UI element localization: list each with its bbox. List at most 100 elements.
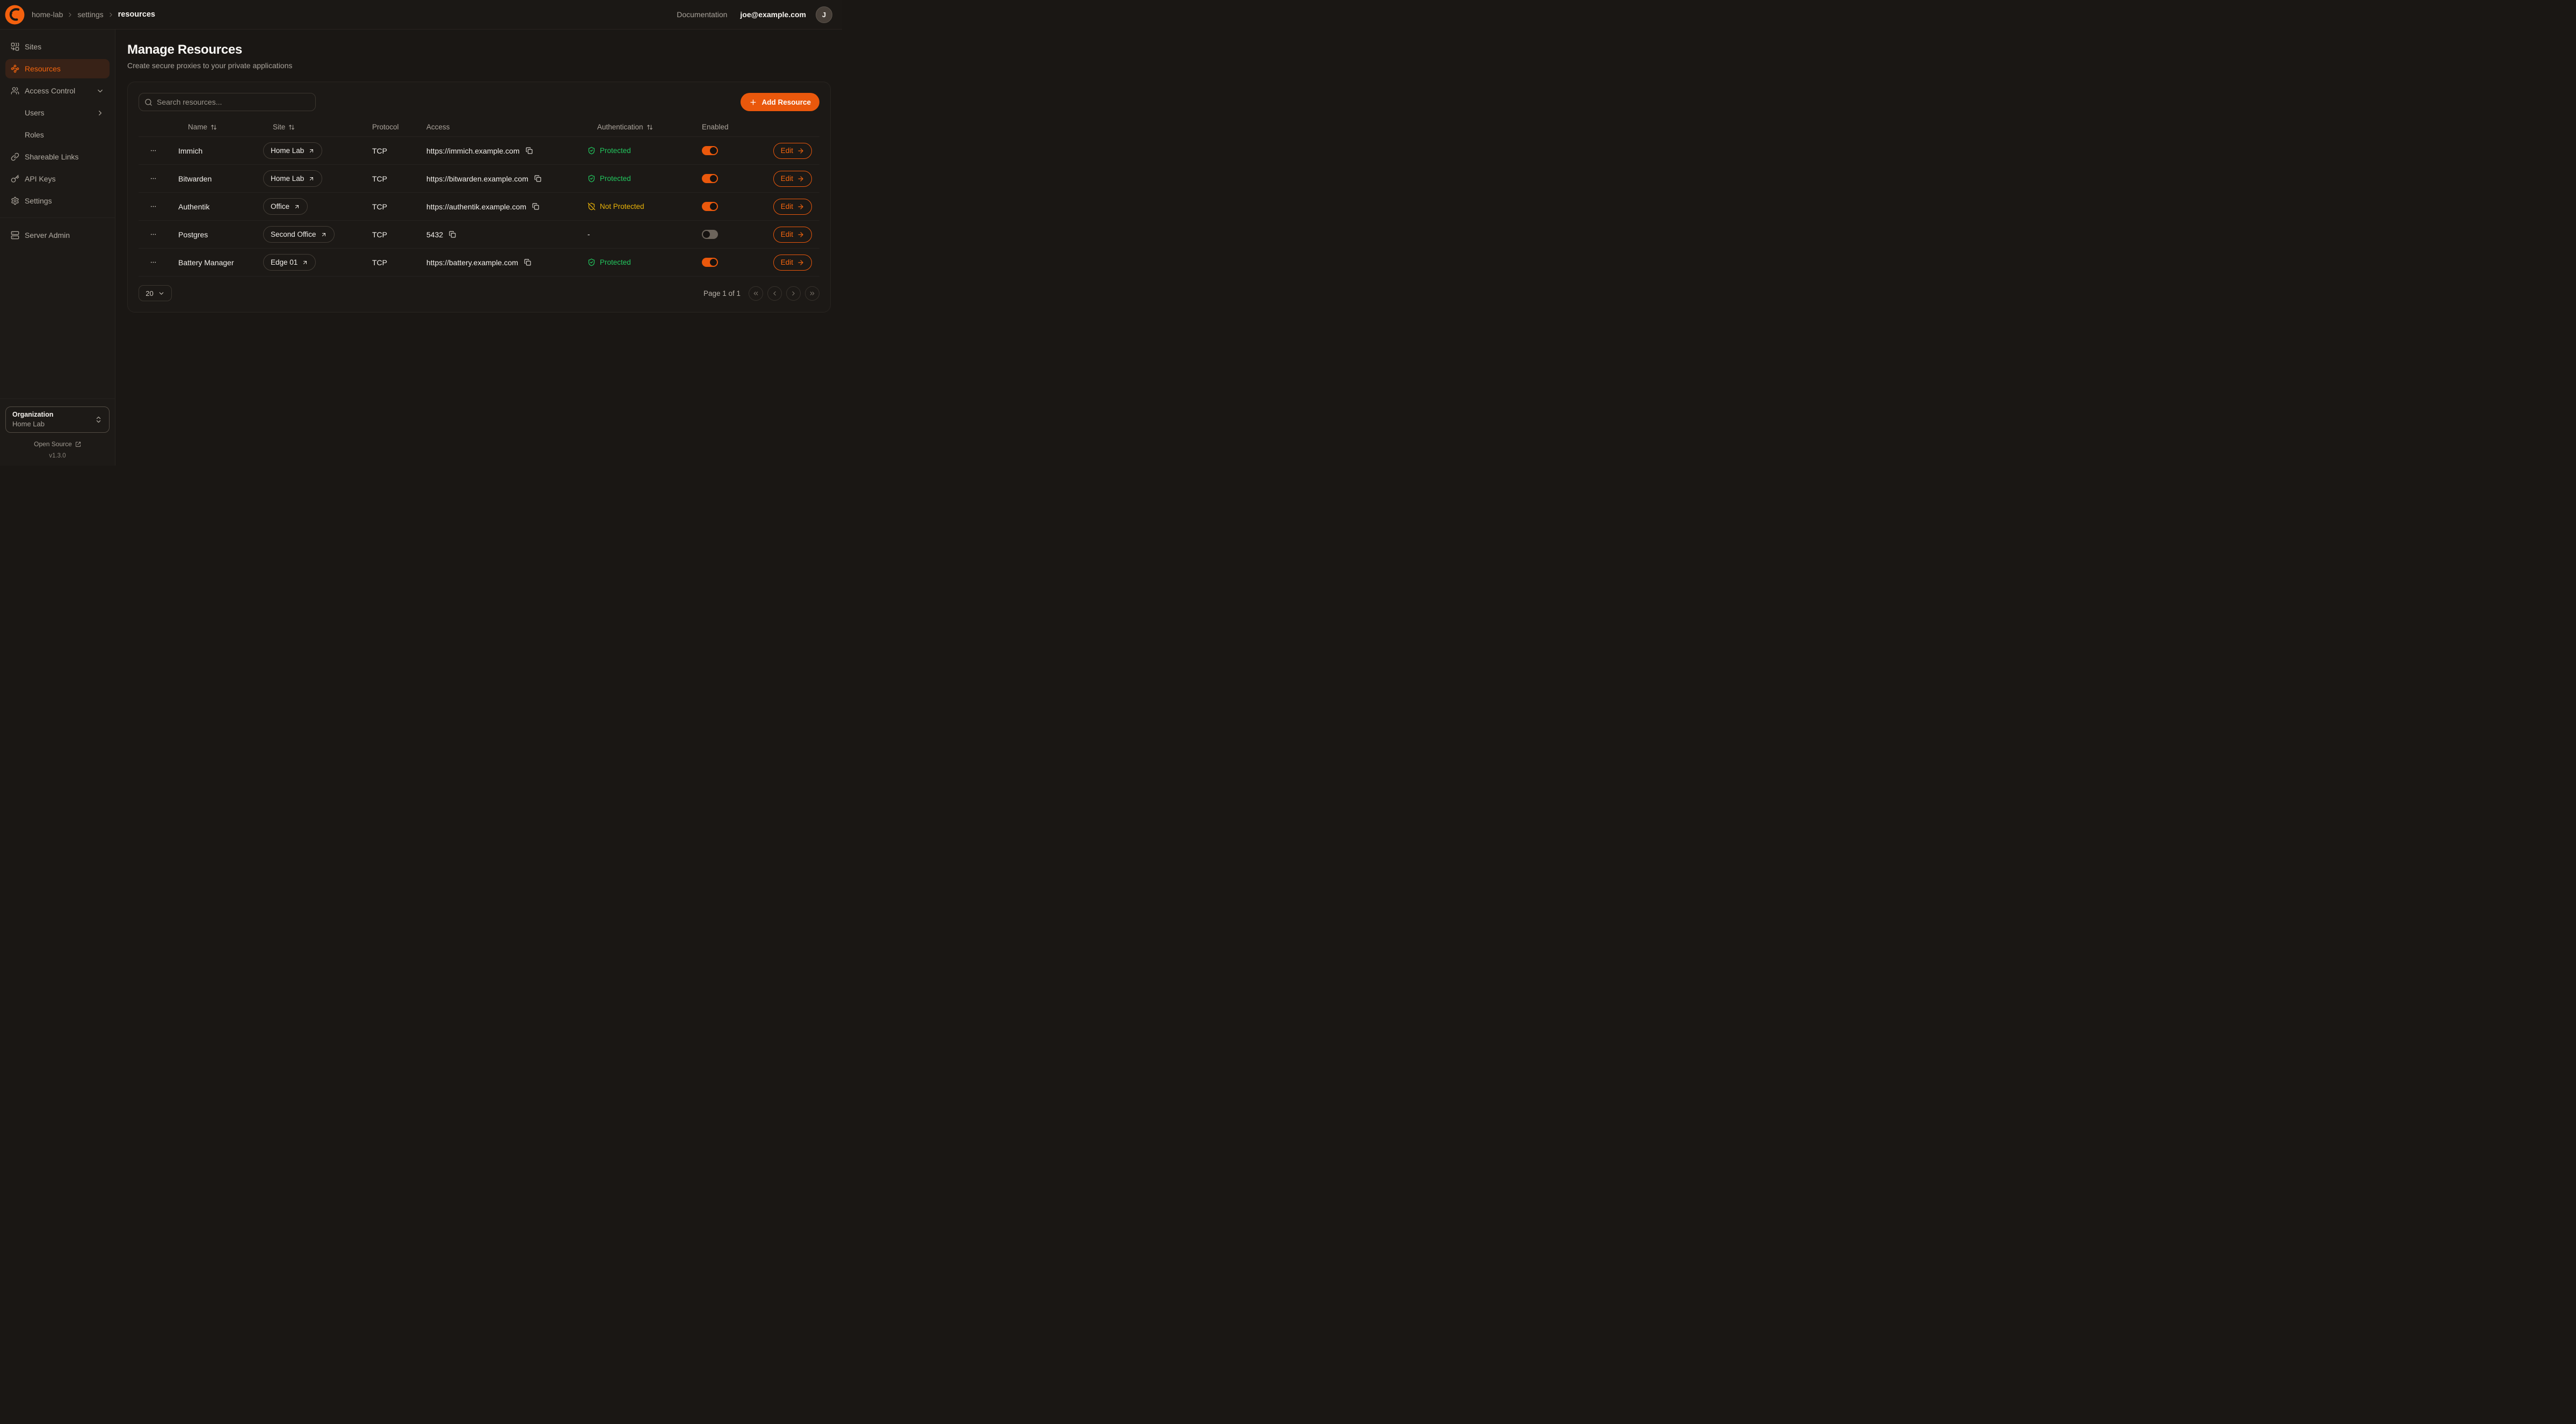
page-size-select[interactable]: 20: [139, 285, 172, 301]
sidebar-item-resources[interactable]: Resources: [5, 59, 110, 78]
site-link[interactable]: Home Lab: [263, 142, 322, 159]
ellipsis-icon: [149, 202, 157, 210]
organization-label: Organization: [12, 410, 95, 419]
arrow-right-icon: [797, 203, 804, 210]
sidebar-item-label: Roles: [25, 130, 44, 139]
sidebar-item-label: Users: [25, 108, 45, 117]
edit-button[interactable]: Edit: [773, 255, 812, 271]
enabled-toggle[interactable]: [702, 174, 718, 183]
copy-icon: [534, 175, 541, 182]
copy-icon: [526, 147, 533, 154]
breadcrumb: home-lab settings resources: [32, 10, 155, 19]
edit-button[interactable]: Edit: [773, 199, 812, 215]
site-link[interactable]: Edge 01: [263, 254, 316, 271]
breadcrumb-org[interactable]: home-lab: [32, 10, 63, 19]
sidebar-item-settings[interactable]: Settings: [5, 191, 110, 210]
link-icon: [11, 152, 19, 161]
column-header-authentication[interactable]: Authentication: [587, 123, 702, 131]
sort-icon: [647, 124, 653, 130]
sidebar-item-api-keys[interactable]: API Keys: [5, 169, 110, 188]
sidebar-item-shareable-links[interactable]: Shareable Links: [5, 147, 110, 166]
site-link[interactable]: Office: [263, 198, 308, 215]
site-link[interactable]: Second Office: [263, 226, 335, 243]
last-page-button[interactable]: [805, 286, 819, 301]
sidebar-item-access-control[interactable]: Access Control: [5, 81, 110, 100]
pangolin-logo[interactable]: [4, 4, 25, 25]
external-link-icon: [75, 441, 81, 447]
resource-name: Postgres: [178, 230, 208, 239]
chevron-right-icon: [96, 109, 104, 117]
resources-table: NameSiteProtocolAccessAuthenticationEnab…: [139, 118, 819, 277]
arrow-right-icon: [797, 147, 804, 155]
sidebar-item-label: Access Control: [25, 86, 75, 95]
gear-icon: [11, 197, 19, 205]
previous-page-button[interactable]: [767, 286, 782, 301]
enabled-toggle[interactable]: [702, 258, 718, 267]
arrow-right-icon: [797, 231, 804, 238]
column-header-name[interactable]: Name: [178, 123, 263, 131]
row-menu-button[interactable]: [146, 172, 161, 185]
edit-button[interactable]: Edit: [773, 143, 812, 159]
chevron-left-icon: [771, 290, 778, 297]
sort-icon: [211, 124, 217, 130]
edit-button[interactable]: Edit: [773, 171, 812, 187]
arrow-up-right-icon: [294, 204, 300, 210]
toggle-knob: [710, 175, 717, 182]
enabled-toggle[interactable]: [702, 230, 718, 239]
chevron-down-icon: [96, 87, 104, 95]
shield-check-icon: [587, 147, 596, 155]
toggle-knob: [703, 231, 710, 238]
copy-button[interactable]: [531, 202, 540, 211]
row-menu-button[interactable]: [146, 228, 161, 241]
shield-off-icon: [587, 202, 596, 210]
site-name: Second Office: [271, 230, 316, 238]
copy-button[interactable]: [523, 258, 532, 267]
access-value: https://immich.example.com: [426, 147, 520, 155]
documentation-link[interactable]: Documentation: [677, 10, 727, 19]
add-resource-button[interactable]: Add Resource: [741, 93, 819, 111]
authentication-status: Protected: [587, 258, 631, 266]
sidebar-item-sites[interactable]: Sites: [5, 37, 110, 56]
site-name: Edge 01: [271, 258, 297, 266]
pagination: 20 Page 1 of 1: [139, 285, 819, 301]
copy-button[interactable]: [525, 146, 534, 155]
sidebar: Sites Resources Access Control Users Rol…: [0, 30, 115, 466]
organization-selector[interactable]: Organization Home Lab: [5, 406, 110, 433]
sidebar-item-label: Sites: [25, 42, 41, 51]
access-value: https://authentik.example.com: [426, 202, 526, 211]
edit-button[interactable]: Edit: [773, 227, 812, 243]
column-header-protocol: Protocol: [372, 123, 426, 131]
user-email[interactable]: joe@example.com: [740, 10, 806, 19]
sidebar-item-roles[interactable]: Roles: [5, 125, 110, 144]
enabled-toggle[interactable]: [702, 146, 718, 155]
next-page-button[interactable]: [786, 286, 801, 301]
protocol-value: TCP: [372, 175, 387, 183]
sidebar-item-server-admin[interactable]: Server Admin: [5, 226, 110, 245]
open-source-label: Open Source: [34, 440, 72, 448]
search-input[interactable]: [139, 93, 316, 111]
avatar[interactable]: J: [816, 6, 832, 23]
protocol-value: TCP: [372, 258, 387, 267]
site-link[interactable]: Home Lab: [263, 170, 322, 187]
breadcrumb-settings[interactable]: settings: [77, 10, 103, 19]
column-header-site[interactable]: Site: [263, 123, 372, 131]
shield-check-icon: [587, 258, 596, 266]
row-menu-button[interactable]: [146, 256, 161, 268]
table-header-row: NameSiteProtocolAccessAuthenticationEnab…: [139, 118, 819, 137]
copy-button[interactable]: [448, 230, 457, 239]
sidebar-nav: Sites Resources Access Control Users Rol…: [5, 37, 110, 213]
first-page-button[interactable]: [749, 286, 763, 301]
table-body: Immich Home Lab TCP https://immich.examp…: [139, 137, 819, 277]
row-menu-button[interactable]: [146, 144, 161, 157]
resource-name: Authentik: [178, 202, 209, 211]
sidebar-item-users[interactable]: Users: [5, 103, 110, 122]
open-source-link[interactable]: Open Source: [5, 440, 110, 448]
chevron-down-icon: [158, 290, 165, 297]
row-menu-button[interactable]: [146, 200, 161, 213]
enabled-toggle[interactable]: [702, 202, 718, 211]
table-row-battery-manager: Battery Manager Edge 01 TCP https://batt…: [139, 249, 819, 277]
copy-button[interactable]: [533, 174, 542, 183]
table-row-postgres: Postgres Second Office TCP 5432 - Edit: [139, 221, 819, 249]
access-value: https://bitwarden.example.com: [426, 175, 528, 183]
chevrons-up-down-icon: [95, 416, 103, 424]
